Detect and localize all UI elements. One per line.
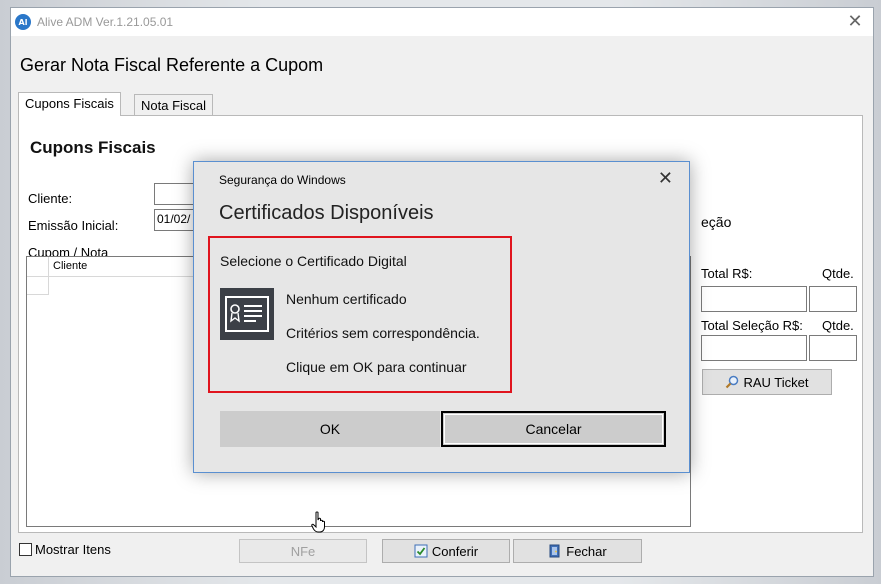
dialog-title: Segurança do Windows <box>219 173 346 187</box>
title-bar: Al Alive ADM Ver.1.21.05.01 ✕ <box>11 8 873 36</box>
dialog-close-icon[interactable]: ✕ <box>658 168 673 189</box>
hand-cursor-icon <box>311 511 325 533</box>
qtde-selecao-label: Qtde. <box>822 318 854 333</box>
grid-column-cliente[interactable]: Cliente <box>53 260 87 272</box>
qtde-selecao-field[interactable] <box>809 335 857 361</box>
rau-ticket-label: RAU Ticket <box>743 374 809 390</box>
tab-cupons-fiscais[interactable]: Cupons Fiscais <box>18 92 121 116</box>
total-field[interactable] <box>701 286 807 312</box>
rau-ticket-button[interactable]: RAU Ticket <box>702 369 832 395</box>
ok-button[interactable]: OK <box>220 411 440 447</box>
mostrar-itens-checkbox[interactable] <box>19 543 32 556</box>
app-icon: Al <box>15 14 31 30</box>
grid-row-selector-header <box>27 257 49 276</box>
dialog-heading: Certificados Disponíveis <box>219 202 434 224</box>
grid-row-selector[interactable] <box>27 277 49 295</box>
dialog-hint: Clique em OK para continuar <box>286 359 467 375</box>
qtde-label: Qtde. <box>822 266 854 281</box>
window-title: Alive ADM Ver.1.21.05.01 <box>37 15 174 29</box>
cliente-label: Cliente: <box>28 191 73 206</box>
certificate-description: Critérios sem correspondência. <box>286 325 480 341</box>
dialog-subheading: Selecione o Certificado Digital <box>220 253 407 269</box>
fechar-label: Fechar <box>566 543 607 559</box>
total-selecao-field[interactable] <box>701 335 807 361</box>
conferir-button[interactable]: Conferir <box>382 539 510 563</box>
nfe-label: NFe <box>290 543 316 559</box>
tab-nota-fiscal[interactable]: Nota Fiscal <box>134 94 214 116</box>
conferir-label: Conferir <box>431 543 479 559</box>
certificate-icon <box>220 288 274 340</box>
certificate-name[interactable]: Nenhum certificado <box>286 291 407 307</box>
mostrar-itens-label: Mostrar Itens <box>35 542 111 557</box>
page-title: Gerar Nota Fiscal Referente a Cupom <box>20 55 324 75</box>
check-icon <box>414 544 428 558</box>
emissao-inicial-label: Emissão Inicial: <box>28 218 119 233</box>
section-title: Cupons Fiscais <box>30 138 156 157</box>
total-label: Total R$: <box>701 266 753 281</box>
qtde-field[interactable] <box>809 286 857 312</box>
door-icon <box>549 544 560 558</box>
total-selecao-label: Total Seleção R$: <box>701 318 803 333</box>
nfe-button[interactable]: NFe <box>239 539 367 563</box>
close-icon[interactable]: ✕ <box>845 12 865 32</box>
search-icon <box>726 375 739 389</box>
windows-security-dialog: Segurança do Windows ✕ Certificados Disp… <box>193 161 690 473</box>
fechar-button[interactable]: Fechar <box>513 539 642 563</box>
selecao-label: eção <box>701 214 732 230</box>
cancel-button[interactable]: Cancelar <box>441 411 666 447</box>
